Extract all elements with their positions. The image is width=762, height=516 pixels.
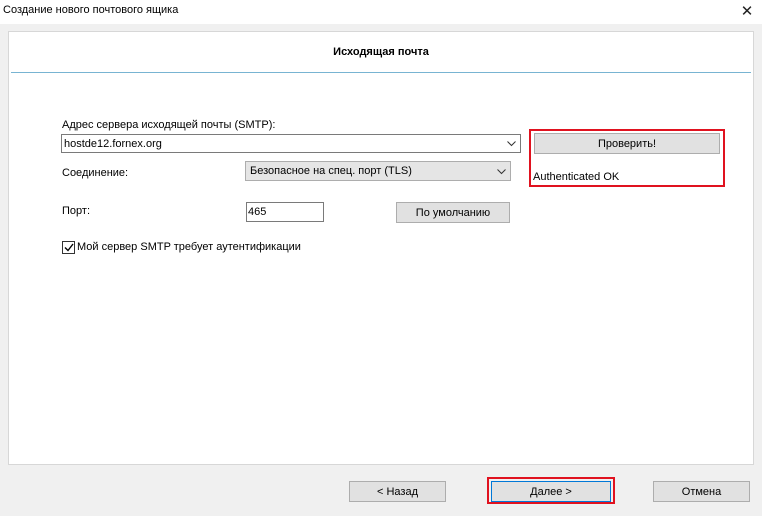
title-bar: Создание нового почтового ящика ✕ — [0, 0, 762, 24]
default-port-button[interactable]: По умолчанию — [396, 202, 510, 223]
smtp-server-label: Адрес сервера исходящей почты (SMTP): — [62, 119, 276, 131]
smtp-server-combobox[interactable] — [61, 134, 521, 153]
auth-checkbox[interactable] — [62, 241, 75, 254]
chevron-down-icon[interactable] — [505, 137, 517, 150]
back-button[interactable]: < Назад — [349, 481, 446, 502]
next-button[interactable]: Далее > — [491, 481, 611, 502]
connection-selected-value: Безопасное на спец. порт (TLS) — [250, 165, 412, 177]
connection-select[interactable]: Безопасное на спец. порт (TLS) — [245, 161, 511, 181]
cancel-button[interactable]: Отмена — [653, 481, 750, 502]
section-title: Исходящая почта — [333, 46, 429, 58]
window-title: Создание нового почтового ящика — [3, 4, 179, 16]
content-panel: Исходящая почта Адрес сервера исходящей … — [8, 31, 754, 465]
check-button[interactable]: Проверить! — [534, 133, 720, 154]
close-icon: ✕ — [740, 3, 754, 20]
port-label: Порт: — [62, 205, 90, 217]
section-header: Исходящая почта — [9, 32, 753, 72]
header-divider — [11, 72, 751, 73]
auth-checkbox-label[interactable]: Мой сервер SMTP требует аутентификации — [77, 241, 301, 253]
close-button[interactable]: ✕ — [736, 1, 758, 21]
connection-label: Соединение: — [62, 167, 129, 179]
port-field[interactable] — [246, 202, 324, 222]
checkmark-icon — [64, 243, 74, 252]
port-input[interactable] — [248, 205, 318, 219]
check-status-text: Authenticated OK — [533, 171, 620, 183]
smtp-server-input[interactable] — [64, 136, 484, 151]
chevron-down-icon — [495, 165, 507, 178]
